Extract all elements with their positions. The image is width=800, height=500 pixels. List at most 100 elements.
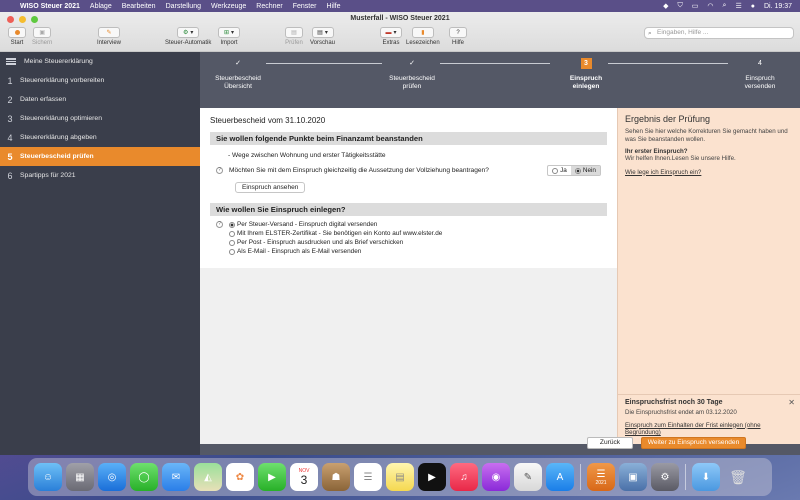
menu-bearbeiten[interactable]: Bearbeiten xyxy=(122,3,156,10)
wifi-icon[interactable]: ◠ xyxy=(707,2,713,10)
step-label: prüfen xyxy=(402,83,422,90)
messages-icon[interactable]: ◯ xyxy=(130,463,158,491)
search-menu-icon[interactable]: ⌕ xyxy=(723,2,727,10)
option-elster[interactable]: Mit Ihrem ELSTER-Zertifikat - Sie benöti… xyxy=(229,229,442,238)
menu-fenster[interactable]: Fenster xyxy=(293,3,317,10)
lesezeichen-button[interactable]: ▮ Lesezeichen xyxy=(406,27,440,46)
import-icon: ⊞ ▾ xyxy=(218,27,240,38)
menu-app-name[interactable]: WISO Steuer 2021 xyxy=(20,3,80,10)
section-body-beanstanden: - Wege zwischen Wohnung und erster Tätig… xyxy=(210,145,607,193)
menu-ablage[interactable]: Ablage xyxy=(90,3,112,10)
search-input[interactable]: ⌕ Eingaben, Hilfe ... xyxy=(644,27,794,39)
step-einspruch-versenden[interactable]: 4 Einspruch versenden xyxy=(720,58,800,91)
radio-icon xyxy=(229,230,235,237)
contacts-icon[interactable]: ☗ xyxy=(322,463,350,491)
sidebar-item-daten-erfassen[interactable]: 2 Daten erfassen xyxy=(0,90,200,109)
safari-icon[interactable]: ◎ xyxy=(98,463,126,491)
sidebar-item-optimieren[interactable]: 3 Steuererklärung optimieren xyxy=(0,109,200,128)
next-button[interactable]: Weiter zu Einspruch versenden xyxy=(641,437,746,449)
step-bescheid-pruefen[interactable]: ✓ Steuerbescheid prüfen xyxy=(372,58,452,91)
control-center-icon[interactable]: ☰ xyxy=(735,2,741,10)
music-icon[interactable]: ♫ xyxy=(450,463,478,491)
menu-darstellung[interactable]: Darstellung xyxy=(166,3,201,10)
import-button[interactable]: ⊞ ▾ Import xyxy=(218,27,240,46)
step-bescheid-uebersicht[interactable]: ✓ Steuerbescheid Übersicht xyxy=(198,58,278,91)
trash-icon[interactable]: 🗑 xyxy=(724,463,752,491)
hilfe-button[interactable]: ? Hilfe xyxy=(449,27,467,46)
help-panel-title: Ergebnis der Prüfung xyxy=(625,114,711,124)
app-store-icon[interactable]: A xyxy=(546,463,574,491)
dock: ☺ ▦ ◎ ◯ ✉ ◭ ✿ ▶ NOV 3 ☗ ☰ ▤ ▶ ♫ ◉ ✎ A ☰ … xyxy=(28,458,772,496)
vorschau-label: Vorschau xyxy=(310,40,336,46)
downloads-icon[interactable]: ⬇ xyxy=(692,463,720,491)
sidebar-header[interactable]: Meine Steuererklärung xyxy=(0,52,200,71)
vorschau-button[interactable]: ▤ ▾ Vorschau xyxy=(310,27,335,46)
podcasts-icon[interactable]: ◉ xyxy=(482,463,510,491)
dropbox-icon[interactable]: ◆ xyxy=(663,2,668,10)
finder-icon[interactable]: ☺ xyxy=(34,463,62,491)
apple-tv-icon[interactable]: ▶ xyxy=(418,463,446,491)
steuer-automatik-button[interactable]: ⚙ ▾ Steuer-Automatik xyxy=(165,27,211,46)
start-label: Start xyxy=(10,40,24,46)
help-icon[interactable]: ? xyxy=(216,167,223,174)
deadline-link[interactable]: Einspruch zum Einhalten der Frist einleg… xyxy=(625,422,794,437)
system-preferences-icon[interactable]: ⚙ xyxy=(651,463,679,491)
battery-icon[interactable]: ▭ xyxy=(692,2,699,10)
nein-option[interactable]: Nein xyxy=(570,166,600,175)
back-button[interactable]: Zurück xyxy=(587,437,633,449)
start-icon xyxy=(8,27,26,38)
menu-werkzeuge[interactable]: Werkzeuge xyxy=(211,3,246,10)
sichern-button[interactable]: ▣ Sichern xyxy=(32,27,52,46)
help-panel: Ergebnis der Prüfung Sehen Sie hier welc… xyxy=(617,108,800,444)
section-header-einlegen: Wie wollen Sie Einspruch einlegen? xyxy=(210,203,607,216)
sidebar-item-bescheid-pruefen[interactable]: 5 Steuerbescheid prüfen xyxy=(0,147,200,166)
close-icon[interactable]: ✕ xyxy=(788,398,795,407)
sichern-label: Sichern xyxy=(32,40,53,46)
radio-icon xyxy=(229,221,235,228)
option-post[interactable]: Per Post - Einspruch ausdrucken und als … xyxy=(229,238,442,247)
mail-icon[interactable]: ✉ xyxy=(162,463,190,491)
ja-option[interactable]: Ja xyxy=(548,166,571,175)
dock-separator xyxy=(685,464,686,490)
help-icon: ? xyxy=(449,27,467,38)
sidebar-item-vorbereiten[interactable]: 1 Steuererklärung vorbereiten xyxy=(0,71,200,90)
menu-rechner[interactable]: Rechner xyxy=(256,3,282,10)
sidebar-item-abgeben[interactable]: 4 Steuererklärung abgeben xyxy=(0,128,200,147)
reminders-icon[interactable]: ☰ xyxy=(354,463,382,491)
pruefen-button[interactable]: ▤ Prüfen xyxy=(285,27,303,46)
shield-icon[interactable]: ⛉ xyxy=(678,2,683,10)
help-icon[interactable]: ? xyxy=(216,221,223,228)
help-link[interactable]: Wie lege ich Einspruch ein? xyxy=(625,169,793,176)
facetime-icon[interactable]: ▶ xyxy=(258,463,286,491)
wiso-icon[interactable]: ☰ 2021 xyxy=(587,463,615,491)
step-einspruch-einlegen[interactable]: 3 Einspruch einlegen xyxy=(546,58,626,91)
start-button[interactable]: Start xyxy=(8,27,26,46)
step-number: 4 xyxy=(7,132,13,143)
einspruch-ansehen-button[interactable]: Einspruch ansehen xyxy=(235,182,306,193)
sidebar-item-label: Steuererklärung optimieren xyxy=(20,115,102,122)
section-header-beanstanden: Sie wollen folgende Punkte beim Finanzam… xyxy=(210,132,607,145)
notes-icon[interactable]: ▤ xyxy=(386,463,414,491)
interview-button[interactable]: ✎ Interview xyxy=(97,27,121,46)
preview-app-icon[interactable]: ▣ xyxy=(619,463,647,491)
bookmark-icon: ▮ xyxy=(411,27,434,38)
clock[interactable]: Di. 19:37 xyxy=(764,3,792,10)
pages-icon[interactable]: ✎ xyxy=(514,463,542,491)
option-label: Als E-Mail - Einspruch als E-Mail versen… xyxy=(237,248,362,255)
step-number-badge: 3 xyxy=(580,58,592,69)
radio-icon xyxy=(574,167,581,174)
launchpad-icon[interactable]: ▦ xyxy=(66,463,94,491)
siri-icon[interactable]: ● xyxy=(751,3,755,10)
sidebar-item-spartipps[interactable]: 6 Spartipps für 2021 xyxy=(0,166,200,185)
check-doc-icon: ▤ xyxy=(285,27,303,38)
radio-icon xyxy=(552,167,559,174)
interview-label: Interview xyxy=(97,40,122,46)
menu-hilfe[interactable]: Hilfe xyxy=(326,3,340,10)
photos-icon[interactable]: ✿ xyxy=(226,463,254,491)
option-email[interactable]: Als E-Mail - Einspruch als E-Mail versen… xyxy=(229,247,442,256)
stepper-line xyxy=(266,63,382,64)
maps-icon[interactable]: ◭ xyxy=(194,463,222,491)
extras-button[interactable]: ▬ ▾ Extras xyxy=(380,27,402,46)
calendar-icon[interactable]: NOV 3 xyxy=(290,463,318,491)
option-steuer-versand[interactable]: Per Steuer-Versand - Einspruch digital v… xyxy=(229,220,442,229)
